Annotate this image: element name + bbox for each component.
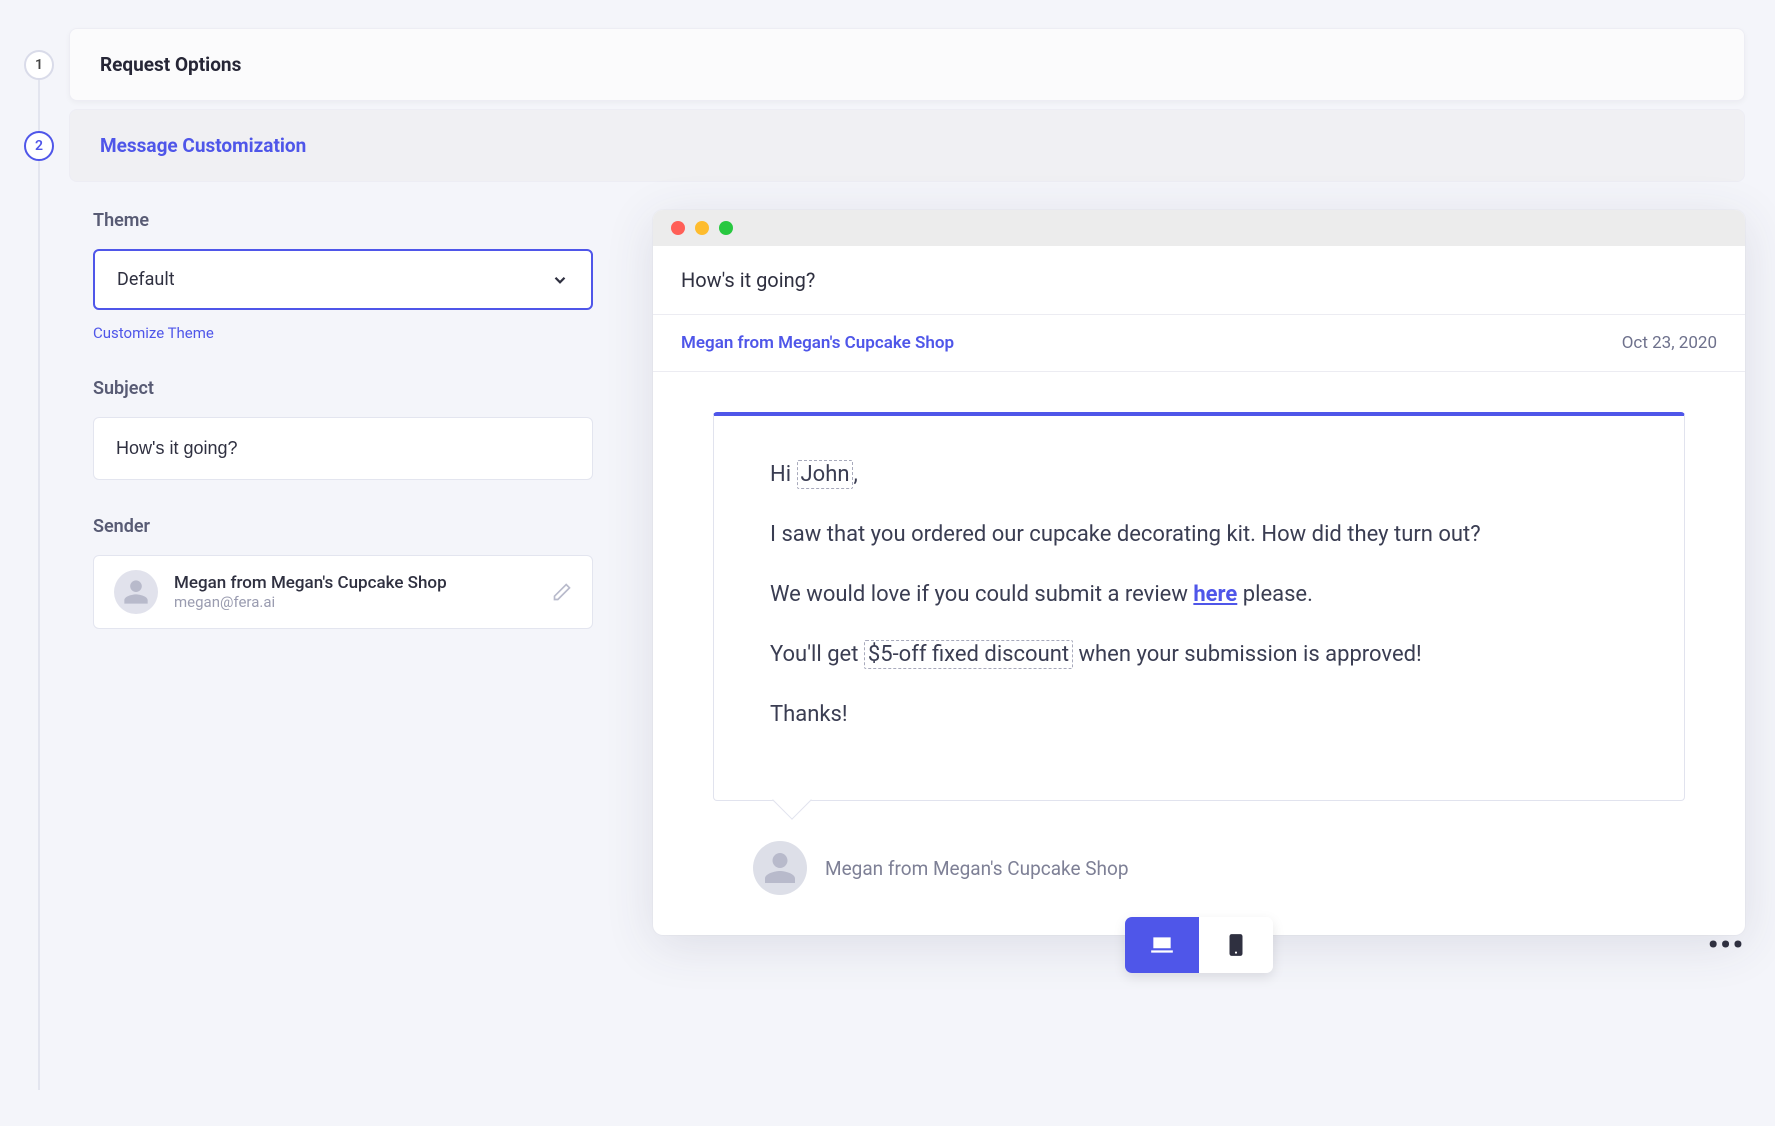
author-name: Megan from Megan's Cupcake Shop xyxy=(825,857,1129,880)
email-body[interactable]: Hi John, I saw that you ordered our cupc… xyxy=(713,412,1685,801)
subject-input[interactable] xyxy=(93,417,593,480)
greeting-post: , xyxy=(853,462,857,487)
sender-avatar xyxy=(114,570,158,614)
body-line-5: Thanks! xyxy=(770,698,1628,732)
preview-from: Megan from Megan's Cupcake Shop xyxy=(681,333,954,353)
theme-select[interactable]: Default xyxy=(93,249,593,310)
body-line-2: I saw that you ordered our cupcake decor… xyxy=(770,518,1628,552)
body-line-3-pre: We would love if you could submit a revi… xyxy=(770,582,1193,607)
sender-email-text: megan@fera.ai xyxy=(174,593,536,611)
device-toggle-group xyxy=(1125,917,1273,973)
person-icon xyxy=(762,850,798,886)
mobile-icon xyxy=(1223,932,1249,958)
person-icon xyxy=(122,578,150,606)
theme-select-value: Default xyxy=(117,269,175,290)
body-line-4-post: when your submission is approved! xyxy=(1073,642,1422,667)
desktop-preview-button[interactable] xyxy=(1125,917,1199,973)
email-preview-window: How's it going? Megan from Megan's Cupca… xyxy=(653,210,1745,935)
edit-icon[interactable] xyxy=(552,582,572,602)
window-maximize-icon xyxy=(719,221,733,235)
window-close-icon xyxy=(671,221,685,235)
greeting-pre: Hi xyxy=(770,462,797,487)
discount-token[interactable]: $5-off fixed discount xyxy=(864,640,1073,669)
sender-name-text: Megan from Megan's Cupcake Shop xyxy=(174,573,536,593)
chevron-down-icon xyxy=(551,271,569,289)
step-2-header[interactable]: Message Customization xyxy=(69,109,1745,182)
window-titlebar xyxy=(653,210,1745,246)
step-1-header[interactable]: Request Options xyxy=(69,28,1745,101)
preview-subject: How's it going? xyxy=(653,246,1745,315)
body-line-4-pre: You'll get xyxy=(770,642,864,667)
review-here-link[interactable]: here xyxy=(1193,582,1237,607)
preview-date: Oct 23, 2020 xyxy=(1622,333,1717,353)
name-token[interactable]: John xyxy=(797,460,854,489)
speech-tail-icon xyxy=(772,781,812,821)
subject-label: Subject xyxy=(93,378,593,399)
customize-theme-link[interactable]: Customize Theme xyxy=(93,324,214,342)
body-line-3-post: please. xyxy=(1237,582,1313,607)
theme-label: Theme xyxy=(93,210,593,231)
mobile-preview-button[interactable] xyxy=(1199,917,1273,973)
sender-card[interactable]: Megan from Megan's Cupcake Shop megan@fe… xyxy=(93,555,593,629)
sender-label: Sender xyxy=(93,516,593,537)
step-1-indicator: 1 xyxy=(24,50,54,80)
step-2-indicator: 2 xyxy=(24,131,54,161)
laptop-icon xyxy=(1149,932,1175,958)
author-avatar xyxy=(753,841,807,895)
step-connector-line xyxy=(38,50,40,1090)
window-minimize-icon xyxy=(695,221,709,235)
more-options-button[interactable]: ••• xyxy=(1708,928,1745,961)
